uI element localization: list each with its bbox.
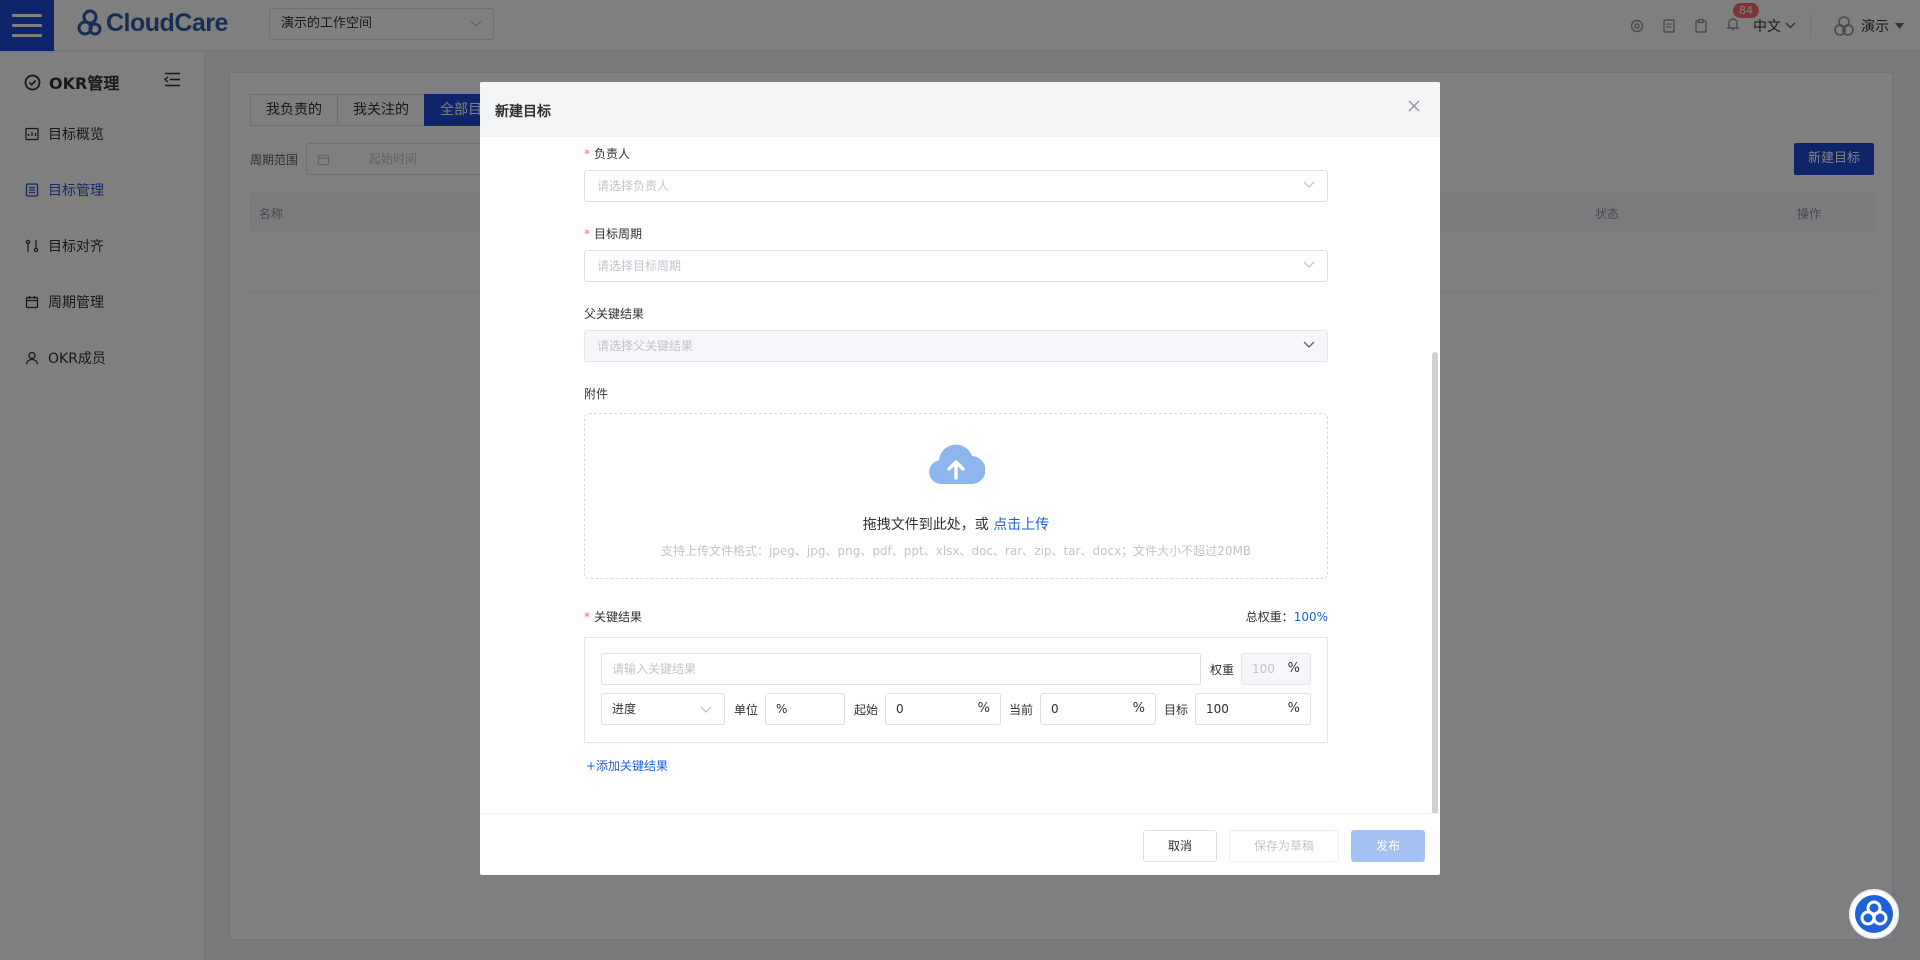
unit-label: 单位 xyxy=(734,703,759,717)
target-value: 100 xyxy=(1206,702,1229,716)
dialog-scrollbar[interactable] xyxy=(1432,352,1438,813)
key-result-row: 请输入关键结果 权重 100% 进度 单位 % 起始 0% 当前 0% 目标 1… xyxy=(584,637,1328,743)
key-results-label: * 关键结果 xyxy=(584,608,642,625)
attachment-label: 附件 xyxy=(584,387,609,401)
chevron-down-icon xyxy=(700,706,712,713)
key-result-input[interactable]: 请输入关键结果 xyxy=(601,653,1201,685)
parent-kr-select[interactable]: 请选择父关键结果 xyxy=(584,330,1328,362)
owner-label-text: 负责人 xyxy=(594,147,631,161)
weight-input[interactable]: 100% xyxy=(1241,653,1311,685)
cancel-button[interactable]: 取消 xyxy=(1143,830,1217,862)
period-label: * 目标周期 xyxy=(584,225,642,242)
weight-label: 权重 xyxy=(1210,663,1235,677)
current-input[interactable]: 0% xyxy=(1040,693,1156,725)
parent-kr-placeholder: 请选择父关键结果 xyxy=(597,339,694,353)
required-mark: * xyxy=(584,147,590,161)
period-label-text: 目标周期 xyxy=(594,227,643,241)
key-results-label-text: 关键结果 xyxy=(594,610,643,624)
publish-button[interactable]: 发布 xyxy=(1351,830,1425,862)
chevron-down-icon xyxy=(1303,261,1315,268)
assistant-float-button[interactable] xyxy=(1849,889,1899,939)
required-mark: * xyxy=(584,227,590,241)
weight-value: 100 xyxy=(1252,662,1275,676)
assistant-logo-icon xyxy=(1855,895,1893,933)
total-weight-value: 100% xyxy=(1293,610,1328,624)
total-weight: 总权重：100% xyxy=(1246,608,1328,625)
owner-placeholder: 请选择负责人 xyxy=(597,179,670,193)
owner-select[interactable]: 请选择负责人 xyxy=(584,170,1328,202)
total-weight-label: 总权重： xyxy=(1245,610,1294,624)
kr-type-select[interactable]: 进度 xyxy=(601,693,725,725)
current-label: 当前 xyxy=(1009,703,1034,717)
unit-input[interactable]: % xyxy=(765,693,845,725)
kr-type-value: 进度 xyxy=(612,702,637,716)
upload-dropzone[interactable]: 拖拽文件到此处，或 点击上传 支持上传文件格式：jpeg、jpg、png、pdf… xyxy=(584,413,1328,579)
owner-label: * 负责人 xyxy=(584,145,630,162)
dialog-header: 新建目标 xyxy=(480,82,1440,137)
close-icon[interactable] xyxy=(1406,98,1422,114)
target-input[interactable]: 100% xyxy=(1195,693,1311,725)
start-value: 0 xyxy=(896,702,904,716)
add-key-result-link[interactable]: +添加关键结果 xyxy=(586,757,668,774)
dialog-footer: 取消 保存为草稿 发布 xyxy=(480,813,1440,875)
save-draft-button[interactable]: 保存为草稿 xyxy=(1229,830,1339,862)
dialog-body: * 负责人 请选择负责人 * 目标周期 请选择目标周期 父关键结果 请选择父关键结果… xyxy=(480,137,1440,813)
chevron-down-icon xyxy=(1303,341,1315,348)
parent-kr-label: 父关键结果 xyxy=(584,307,645,321)
required-mark: * xyxy=(584,610,590,624)
period-placeholder: 请选择目标周期 xyxy=(597,259,682,273)
period-select[interactable]: 请选择目标周期 xyxy=(584,250,1328,282)
current-value: 0 xyxy=(1051,702,1059,716)
percent-suffix: % xyxy=(1132,701,1145,716)
percent-suffix: % xyxy=(1287,701,1300,716)
percent-suffix: % xyxy=(977,701,990,716)
click-upload-link[interactable]: 点击上传 xyxy=(993,517,1049,533)
drag-text: 拖拽文件到此处，或 xyxy=(862,517,989,533)
start-label: 起始 xyxy=(854,703,879,717)
upload-hint: 支持上传文件格式：jpeg、jpg、png、pdf、ppt、xlsx、doc、r… xyxy=(660,544,1252,558)
upload-instruction: 拖拽文件到此处，或 点击上传 xyxy=(585,514,1327,534)
cloud-upload-icon xyxy=(929,444,985,485)
chevron-down-icon xyxy=(1303,181,1315,188)
dialog-title: 新建目标 xyxy=(495,104,551,120)
start-input[interactable]: 0% xyxy=(885,693,1001,725)
new-goal-dialog: 新建目标 * 负责人 请选择负责人 * 目标周期 请选择目标周期 父关键结果 请选择… xyxy=(480,82,1440,875)
target-label: 目标 xyxy=(1164,703,1189,717)
percent-suffix: % xyxy=(1287,661,1300,676)
